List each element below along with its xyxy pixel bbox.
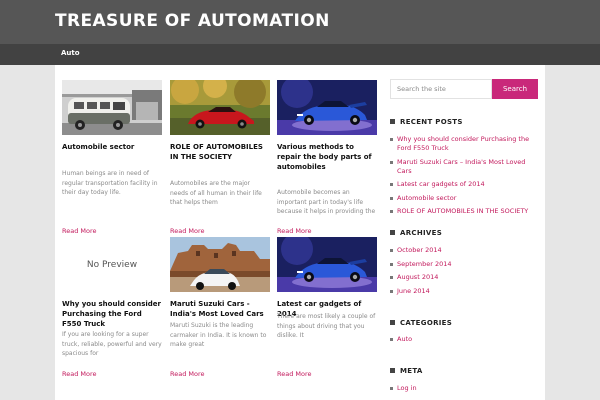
archive-link[interactable]: June 2014 (390, 287, 540, 296)
widget-title-archives: ARCHIVES (390, 229, 442, 237)
archive-link[interactable]: September 2014 (390, 260, 540, 269)
red-sports-car-photo (170, 80, 270, 135)
square-icon (390, 320, 395, 325)
white-car-fort-photo (170, 237, 270, 292)
post-excerpt: Automobile becomes an important part in … (277, 189, 376, 216)
post-thumbnail[interactable] (62, 80, 162, 135)
bullet-icon (390, 210, 393, 213)
widget-title-recent-posts: RECENT POSTS (390, 118, 463, 126)
blue-car-night-photo (277, 80, 377, 135)
bullet-icon (390, 183, 393, 186)
post-thumbnail[interactable] (170, 237, 270, 292)
recent-post-link[interactable]: Automobile sector (390, 194, 540, 203)
main-nav: Auto (0, 44, 600, 65)
square-icon (390, 230, 395, 235)
nav-item-auto[interactable]: Auto (61, 49, 80, 57)
recent-post-link[interactable]: Maruti Suzuki Cars – India's Most Loved … (390, 158, 540, 176)
post-excerpt: Maruti Suzuki is the leading carmaker in… (170, 322, 267, 349)
square-icon (390, 368, 395, 373)
read-more-link[interactable]: Read More (277, 370, 312, 378)
no-preview-placeholder: No Preview (62, 237, 162, 292)
widget-title-categories: CATEGORIES (390, 319, 452, 327)
bullet-icon (390, 289, 393, 293)
post-title[interactable]: Automobile sector (62, 142, 162, 152)
widget-title-meta: META (390, 367, 423, 375)
category-link[interactable]: Auto (390, 335, 540, 344)
post-title[interactable]: Maruti Suzuki Cars - India's Most Loved … (170, 299, 270, 319)
post-excerpt: There are most likely a couple of things… (277, 313, 376, 340)
site-header: TREASURE OF AUTOMATION (0, 0, 600, 44)
categories-list: Auto (390, 335, 540, 349)
post-thumbnail[interactable]: No Preview (62, 237, 162, 292)
read-more-link[interactable]: Read More (170, 227, 205, 235)
post-thumbnail[interactable] (170, 80, 270, 135)
archive-link[interactable]: August 2014 (390, 273, 540, 282)
bullet-icon (390, 249, 393, 252)
archives-list: October 2014 September 2014 August 2014 … (390, 246, 540, 300)
meta-link[interactable]: Log in (390, 384, 540, 393)
square-icon (390, 119, 395, 124)
recent-post-link[interactable]: Why you should consider Purchasing the F… (390, 135, 540, 153)
site-title[interactable]: TREASURE OF AUTOMATION (55, 11, 330, 31)
bullet-icon (390, 276, 393, 279)
post-thumbnail[interactable] (277, 237, 377, 292)
read-more-link[interactable]: Read More (62, 370, 97, 378)
recent-posts-list: Why you should consider Purchasing the F… (390, 135, 540, 221)
recent-post-link[interactable]: Latest car gadgets of 2014 (390, 180, 540, 189)
blue-car-night-photo (277, 237, 377, 292)
bullet-icon (390, 196, 393, 200)
posts-grid: Automobile sector Human beings are in ne… (55, 65, 545, 400)
search-button[interactable]: Search (492, 79, 538, 99)
archive-link[interactable]: October 2014 (390, 246, 540, 255)
bullet-icon (390, 160, 393, 164)
post-title[interactable]: Why you should consider Purchasing the F… (62, 299, 162, 329)
bullet-icon (390, 338, 393, 341)
meta-list: Log in (390, 384, 540, 398)
read-more-link[interactable]: Read More (170, 370, 205, 378)
post-title[interactable]: Various methods to repair the body parts… (277, 142, 377, 172)
bullet-icon (390, 138, 393, 141)
search-input[interactable] (390, 79, 492, 99)
post-excerpt: Automobiles are the major needs of all h… (170, 180, 262, 207)
read-more-link[interactable]: Read More (277, 227, 312, 235)
read-more-link[interactable]: Read More (62, 227, 97, 235)
recent-post-link[interactable]: ROLE OF AUTOMOBILES IN THE SOCIETY (390, 207, 540, 216)
post-title[interactable]: ROLE OF AUTOMOBILES IN THE SOCIETY (170, 142, 270, 162)
post-excerpt: If you are looking for a super truck, re… (62, 331, 162, 358)
vintage-van-photo (62, 80, 162, 135)
post-excerpt: Human beings are in need of regular tran… (62, 170, 158, 197)
bullet-icon (390, 387, 393, 390)
post-thumbnail[interactable] (277, 80, 377, 135)
bullet-icon (390, 262, 393, 266)
